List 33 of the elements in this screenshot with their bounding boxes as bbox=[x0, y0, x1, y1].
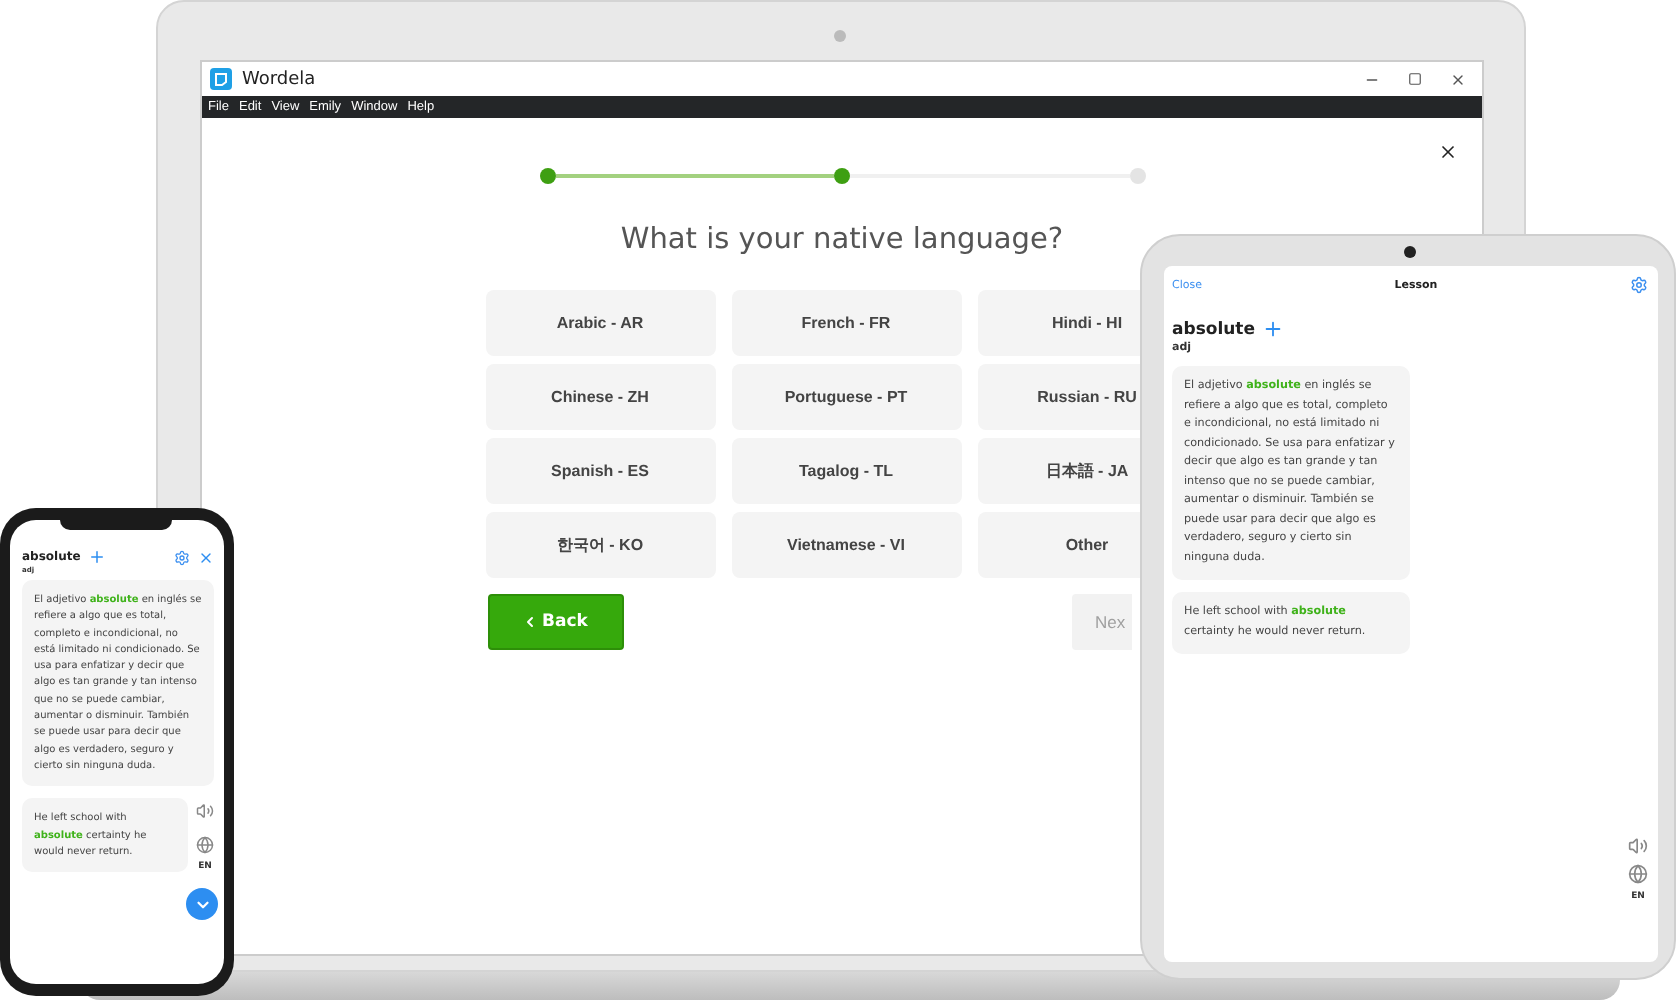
language-option[interactable]: Hindi - HI bbox=[977, 290, 1145, 356]
close-button[interactable] bbox=[1438, 142, 1458, 162]
language-option[interactable]: Spanish - ES bbox=[485, 438, 715, 504]
language-option[interactable]: 한국어 - KO bbox=[485, 512, 715, 578]
scroll-down-button[interactable] bbox=[186, 888, 218, 920]
settings-icon[interactable] bbox=[174, 549, 190, 565]
word-title: absolute bbox=[1172, 319, 1256, 339]
language-option[interactable]: Vietnamese - VI bbox=[731, 512, 961, 578]
camera-dot bbox=[1404, 246, 1416, 258]
language-option[interactable]: Chinese - ZH bbox=[485, 364, 715, 430]
language-option[interactable]: French - FR bbox=[731, 290, 961, 356]
language-option[interactable]: Other bbox=[977, 512, 1145, 578]
phone-notch bbox=[60, 520, 172, 530]
camera-dot bbox=[834, 30, 846, 42]
language-option[interactable]: 日本語 - JA bbox=[977, 438, 1145, 504]
settings-icon[interactable] bbox=[1630, 276, 1648, 294]
globe-icon[interactable] bbox=[196, 836, 214, 855]
globe-icon[interactable] bbox=[1628, 864, 1648, 884]
window-title: Wordela bbox=[242, 69, 318, 89]
maximize-icon[interactable] bbox=[1408, 71, 1422, 85]
speaker-icon[interactable] bbox=[196, 802, 214, 821]
language-option[interactable]: Russian - RU bbox=[977, 364, 1145, 430]
language-option[interactable]: Arabic - AR bbox=[485, 290, 715, 356]
question-heading: What is your native language? bbox=[620, 224, 1064, 256]
chevron-left-icon bbox=[522, 614, 539, 630]
language-option[interactable]: Portuguese - PT bbox=[731, 364, 961, 430]
close-icon[interactable] bbox=[1450, 71, 1466, 87]
close-icon[interactable] bbox=[198, 549, 214, 565]
speaker-icon[interactable] bbox=[1628, 836, 1648, 856]
logo-icon bbox=[210, 68, 232, 90]
language-option[interactable]: Tagalog - TL bbox=[731, 438, 961, 504]
add-icon[interactable] bbox=[1261, 318, 1284, 340]
add-icon[interactable] bbox=[88, 548, 107, 566]
